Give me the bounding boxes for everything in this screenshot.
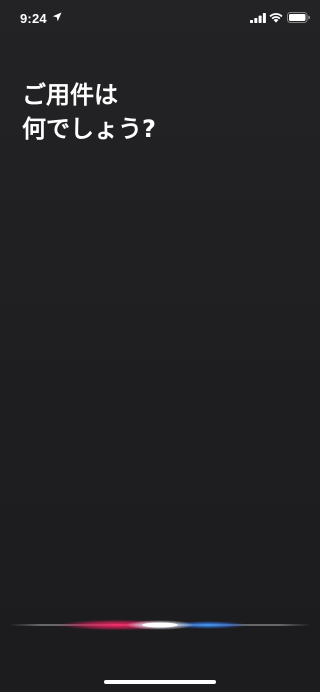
battery-icon — [287, 12, 310, 23]
wifi-icon — [269, 13, 283, 23]
siri-waveform[interactable] — [0, 612, 320, 638]
siri-screen: 9:24 ご用件は 何でしょう? — [0, 0, 320, 692]
status-bar: 9:24 — [0, 0, 320, 36]
location-arrow-icon — [52, 12, 62, 22]
home-indicator[interactable] — [104, 680, 216, 684]
prompt-line-1: ご用件は — [22, 81, 118, 109]
prompt-line-2: 何でしょう? — [22, 115, 156, 143]
status-time: 9:24 — [20, 11, 47, 26]
siri-prompt: ご用件は 何でしょう? — [22, 78, 302, 146]
cellular-signal-icon — [250, 13, 266, 23]
